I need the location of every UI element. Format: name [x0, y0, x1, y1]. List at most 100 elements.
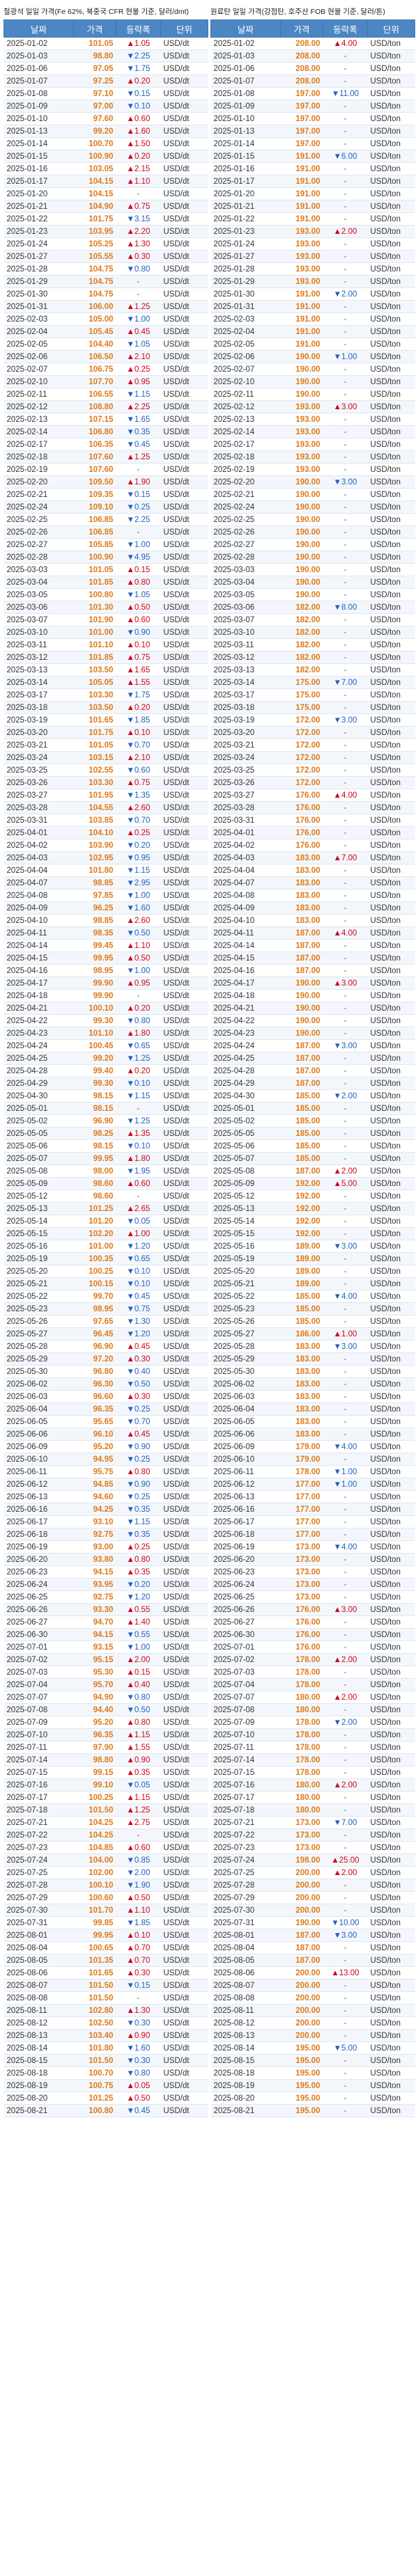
change-cell: ▼10.00	[323, 1916, 368, 1929]
date-cell: 2025-03-18	[3, 701, 74, 714]
unit-cell: USD/dt	[160, 1002, 208, 1015]
change-cell: -	[323, 325, 368, 338]
price-cell: 195.00	[280, 2104, 323, 2117]
price-cell: 103.85	[73, 814, 116, 827]
price-cell: 195.00	[280, 2054, 323, 2067]
unit-cell: USD/ton	[367, 676, 415, 689]
change-cell: ▲0.75	[116, 200, 161, 213]
unit-cell: USD/dt	[160, 350, 208, 363]
unit-cell: USD/dt	[160, 1240, 208, 1253]
unit-cell: USD/ton	[367, 413, 415, 426]
table-row: 2025-01-24 105.25 ▲1.30 USD/dt	[3, 237, 208, 251]
date-cell: 2025-03-12	[3, 651, 74, 664]
coking-coal-header-row: 날짜 가격 등락폭 단위	[210, 19, 415, 38]
unit-cell: USD/ton	[367, 1453, 415, 1466]
unit-cell: USD/ton	[367, 1390, 415, 1403]
table-row: 2025-01-22 101.75 ▼3.15 USD/dt	[3, 212, 208, 226]
change-cell: -	[323, 375, 368, 388]
date-cell: 2025-03-06	[3, 601, 74, 614]
date-cell: 2025-07-31	[3, 1916, 74, 1929]
col-unit-header: 단위	[160, 19, 208, 38]
change-cell: ▲0.75	[116, 776, 161, 789]
table-row: 2025-02-19 107.60- USD/dt	[3, 463, 208, 476]
price-cell: 187.00	[280, 1052, 323, 1065]
price-cell: 177.00	[280, 1478, 323, 1491]
price-cell: 191.00	[280, 325, 323, 338]
change-cell: ▼0.15	[116, 87, 161, 100]
date-cell: 2025-05-13	[210, 1202, 281, 1215]
col-change-header: 등락폭	[323, 19, 368, 38]
table-row: 2025-07-22 104.25- USD/dt	[3, 1828, 208, 1842]
price-cell: 103.15	[73, 751, 116, 764]
price-cell: 101.80	[73, 864, 116, 877]
change-cell: -	[116, 526, 161, 539]
price-cell: 97.00	[73, 100, 116, 113]
unit-cell: USD/ton	[367, 1327, 415, 1341]
price-cell: 186.00	[280, 1327, 323, 1341]
unit-cell: USD/dt	[160, 1415, 208, 1428]
unit-cell: USD/dt	[160, 1691, 208, 1704]
price-cell: 176.00	[280, 801, 323, 814]
date-cell: 2025-07-14	[210, 1753, 281, 1767]
unit-cell: USD/ton	[367, 2079, 415, 2092]
date-cell: 2025-07-10	[3, 1728, 74, 1741]
date-cell: 2025-01-16	[3, 162, 74, 175]
change-cell: ▼1.85	[116, 1916, 161, 1929]
date-cell: 2025-03-04	[210, 576, 281, 589]
unit-cell: USD/ton	[367, 1778, 415, 1792]
table-row: 2025-07-08 180.00- USD/ton	[210, 1703, 415, 1716]
unit-cell: USD/ton	[367, 1741, 415, 1754]
table-row: 2025-05-16 189.00 ▼3.00 USD/ton	[210, 1240, 415, 1253]
date-cell: 2025-02-14	[3, 425, 74, 438]
table-row: 2025-07-24 198.00 ▲25.00 USD/ton	[210, 1854, 415, 1867]
unit-cell: USD/ton	[367, 74, 415, 88]
date-cell: 2025-08-13	[3, 2029, 74, 2042]
table-row: 2025-02-13 193.00- USD/ton	[210, 413, 415, 426]
price-cell: 101.05	[73, 563, 116, 576]
change-cell: ▲0.95	[116, 375, 161, 388]
unit-cell: USD/dt	[160, 889, 208, 902]
table-row: 2025-03-04 101.85 ▲0.80 USD/dt	[3, 576, 208, 589]
table-row: 2025-04-24 187.00 ▼3.00 USD/ton	[210, 1039, 415, 1052]
change-cell: -	[323, 425, 368, 438]
table-row: 2025-06-24 93.95 ▼0.20 USD/dt	[3, 1578, 208, 1591]
date-cell: 2025-02-17	[210, 438, 281, 451]
price-cell: 190.00	[280, 363, 323, 376]
price-cell: 200.00	[280, 1979, 323, 1992]
table-row: 2025-08-18 100.70 ▼0.80 USD/dt	[3, 2067, 208, 2080]
date-cell: 2025-03-05	[3, 588, 74, 601]
price-cell: 185.00	[280, 1315, 323, 1328]
change-cell: -	[323, 989, 368, 1002]
date-cell: 2025-02-25	[210, 513, 281, 526]
price-cell: 97.85	[73, 889, 116, 902]
table-row: 2025-08-20 101.25 ▲0.50 USD/dt	[3, 2092, 208, 2105]
date-cell: 2025-04-01	[3, 826, 74, 839]
price-cell: 99.45	[73, 939, 116, 952]
table-row: 2025-07-21 173.00 ▼7.00 USD/ton	[210, 1816, 415, 1829]
change-cell: ▼0.10	[116, 1265, 161, 1278]
change-cell: ▼1.15	[116, 388, 161, 401]
change-cell: ▼1.75	[116, 62, 161, 75]
table-row: 2025-02-14 106.80 ▼0.35 USD/dt	[3, 425, 208, 438]
table-row: 2025-05-28 183.00 ▼3.00 USD/ton	[210, 1340, 415, 1353]
unit-cell: USD/dt	[160, 526, 208, 539]
date-cell: 2025-04-30	[3, 1089, 74, 1103]
change-cell: -	[323, 313, 368, 326]
change-cell: ▼1.60	[116, 2041, 161, 2055]
table-row: 2025-05-28 96.90 ▲0.45 USD/dt	[3, 1340, 208, 1353]
change-cell: ▼5.00	[323, 2041, 368, 2055]
unit-cell: USD/ton	[367, 1478, 415, 1491]
price-cell: 106.75	[73, 363, 116, 376]
unit-cell: USD/dt	[160, 726, 208, 739]
table-row: 2025-06-17 177.00- USD/ton	[210, 1515, 415, 1528]
date-cell: 2025-08-08	[210, 1991, 281, 2005]
date-cell: 2025-07-30	[3, 1904, 74, 1917]
price-cell: 102.80	[73, 2004, 116, 2017]
price-cell: 103.05	[73, 162, 116, 175]
table-row: 2025-01-23 103.95 ▲2.20 USD/dt	[3, 225, 208, 238]
date-cell: 2025-01-20	[210, 187, 281, 200]
date-cell: 2025-08-01	[3, 1929, 74, 1942]
date-cell: 2025-08-05	[3, 1954, 74, 1967]
table-row: 2025-05-19 189.00- USD/ton	[210, 1252, 415, 1265]
unit-cell: USD/dt	[160, 1578, 208, 1591]
